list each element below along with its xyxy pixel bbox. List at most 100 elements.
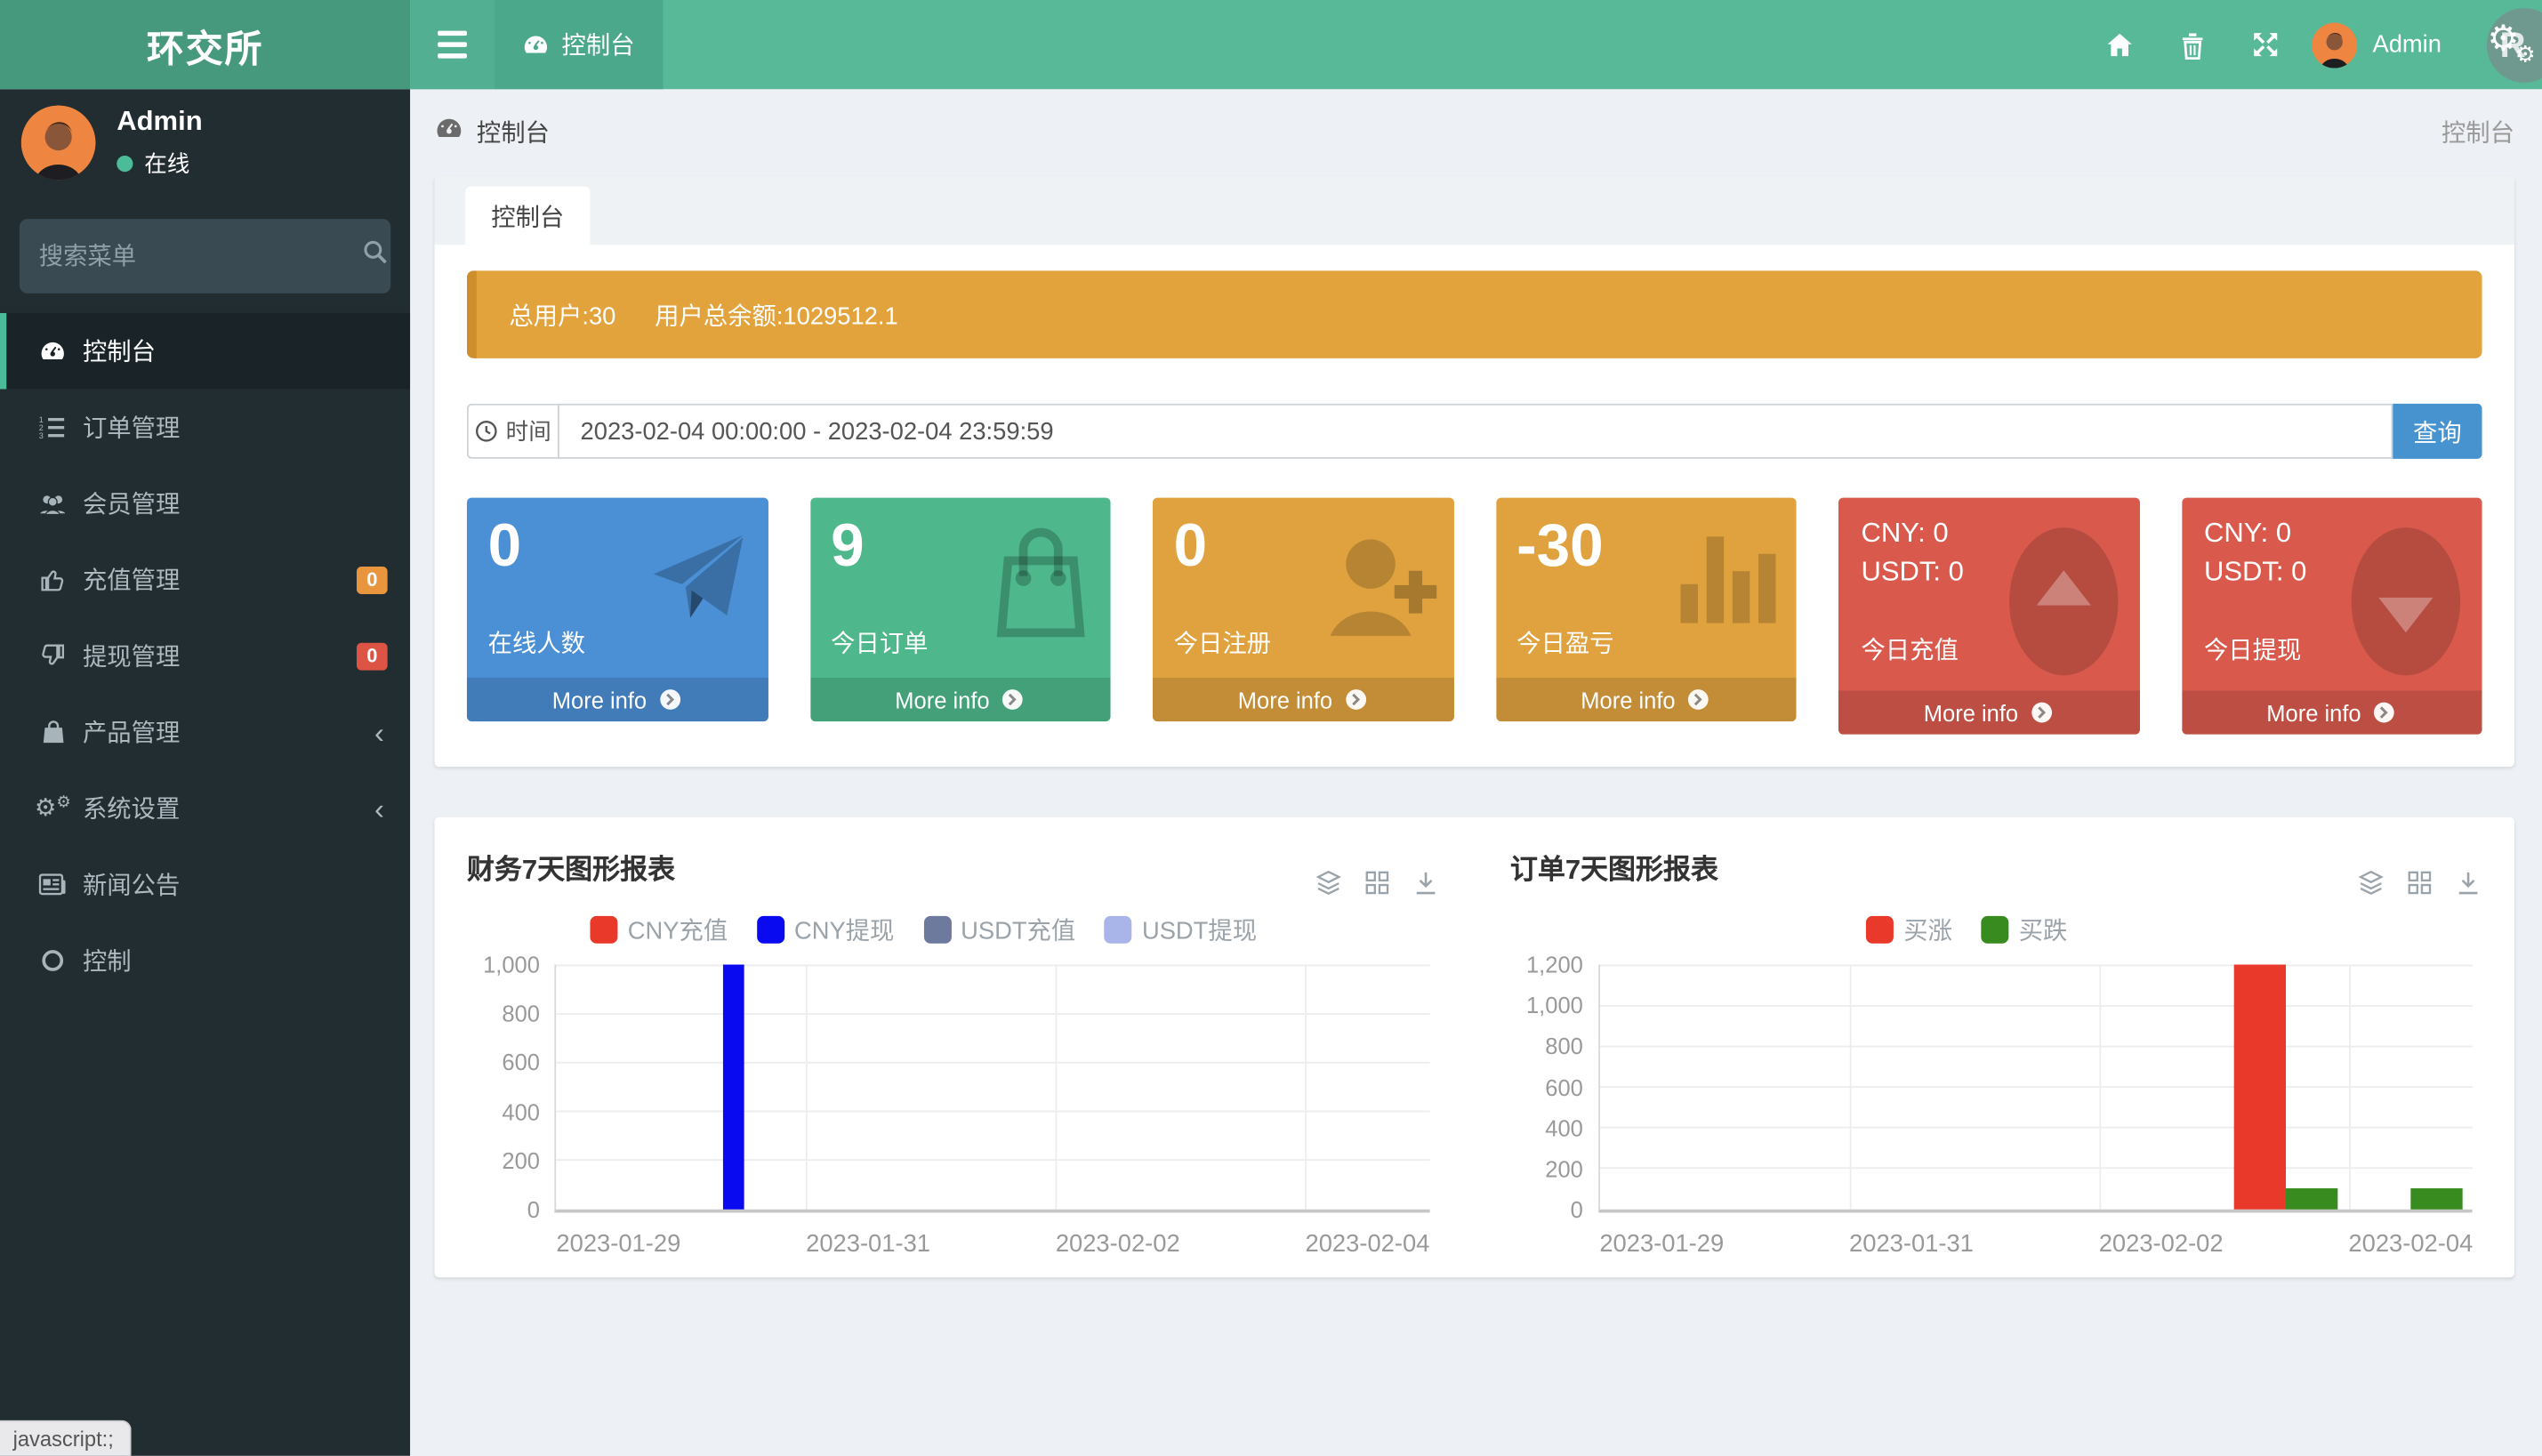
stat-box-today-pnl: -30 今日盈亏 More info (1495, 498, 1796, 722)
sidebar-item-label: 新闻公告 (83, 867, 180, 901)
user-name: Admin (2372, 31, 2441, 59)
sidebar-menu: 控制台 123 订单管理 会员管理 充值管理 0 (0, 313, 410, 999)
sidebar-item-label: 控制 (83, 944, 132, 977)
legend-item[interactable]: 买涨 (1866, 912, 1952, 945)
shopping-bag-icon (987, 524, 1094, 638)
settings-widget[interactable]: R ⚙ ⚙ (2458, 0, 2542, 89)
more-info-link[interactable]: More info (467, 678, 768, 721)
sidebar-item-console[interactable]: 控制台 (0, 313, 410, 390)
ylab: 800 (502, 1001, 540, 1026)
more-info-link[interactable]: More info (2181, 690, 2482, 734)
download-icon[interactable] (1412, 869, 1439, 897)
user-menu[interactable]: Admin (2303, 22, 2458, 68)
clock-icon (475, 420, 498, 443)
thumbs-down-icon (39, 642, 67, 670)
chart-plot: 1,2001,00080060040020002023-01-292023-01… (1597, 965, 2472, 1213)
hgrid (1599, 1127, 2473, 1129)
sidebar-item-recharge[interactable]: 充值管理 0 (0, 542, 410, 618)
date-range-input[interactable] (558, 404, 2393, 459)
more-info-link[interactable]: More info (809, 678, 1110, 721)
bar-chart-icon (1677, 524, 1781, 628)
status-bar: javascript:; (0, 1420, 132, 1456)
total-users: 总用户:30 (509, 297, 615, 331)
circle-arrow-right-icon (2372, 700, 2396, 724)
legend-swatch (1105, 915, 1132, 943)
fullscreen-button[interactable] (2230, 0, 2303, 89)
sidebar-item-news[interactable]: 新闻公告 (0, 846, 410, 922)
chart-title: 财务7天图形报表 (467, 846, 1439, 887)
legend-item[interactable]: USDT提现 (1105, 912, 1257, 945)
sidebar-item-settings[interactable]: ⚙⚙ 系统设置 ‹ (0, 770, 410, 847)
grid-view-icon[interactable] (2406, 869, 2433, 897)
grid-view-icon[interactable] (1363, 869, 1390, 897)
ylab: 400 (502, 1098, 540, 1124)
query-button[interactable]: 查询 (2393, 404, 2482, 459)
download-icon[interactable] (2455, 869, 2482, 897)
circle-arrow-right-icon (1686, 688, 1710, 712)
legend-label: 买涨 (1903, 912, 1952, 945)
total-balance: 用户总余额:1029512.1 (655, 297, 898, 331)
circle-arrow-up-icon (2003, 524, 2123, 680)
bar (2286, 1189, 2337, 1210)
stat-boxes: 0 在线人数 More info 9 今日订单 (467, 498, 2482, 735)
navbar-right: Admin R ⚙ ⚙ (2084, 0, 2542, 89)
sidebar-item-label: 提现管理 (83, 639, 180, 672)
stack-toggle-icon[interactable] (2357, 869, 2385, 897)
legend-label: CNY充值 (628, 912, 728, 945)
stat-box-today-orders: 9 今日订单 More info (809, 498, 1110, 722)
home-button[interactable] (2084, 0, 2157, 89)
hgrid (1599, 964, 2473, 966)
legend-swatch (757, 915, 784, 943)
trash-icon (2180, 29, 2208, 60)
legend-item[interactable]: CNY提现 (757, 912, 894, 945)
search-input[interactable] (39, 242, 362, 269)
vgrid (2098, 965, 2100, 1210)
circle-arrow-down-icon (2345, 524, 2466, 680)
tab-console[interactable]: 控制台 (465, 187, 590, 245)
circle-arrow-right-icon (2030, 700, 2054, 724)
ylab: 400 (1545, 1114, 1583, 1140)
legend-item[interactable]: CNY充值 (591, 912, 728, 945)
home-icon (2105, 29, 2136, 60)
hgrid (1599, 1045, 2473, 1047)
topbar: 环交所 控制台 (0, 0, 2542, 89)
more-info-link[interactable]: More info (1838, 690, 2139, 734)
more-info-link[interactable]: More info (1495, 678, 1796, 721)
more-info-link[interactable]: More info (1153, 678, 1453, 721)
sidebar-item-products[interactable]: 产品管理 ‹ (0, 694, 410, 770)
menu-search (20, 219, 390, 294)
ylab: 1,200 (1526, 952, 1583, 977)
avatar[interactable] (21, 105, 96, 180)
legend-item[interactable]: 买跌 (1982, 912, 2068, 945)
app-logo[interactable]: 环交所 (0, 0, 410, 89)
chart-plot: 1,00080060040020002023-01-292023-01-3120… (554, 965, 1428, 1213)
stack-toggle-icon[interactable] (1314, 869, 1341, 897)
ylab: 0 (1571, 1196, 1583, 1222)
sidebar: Admin 在线 控制台 123 (0, 89, 410, 1456)
legend-swatch (591, 915, 618, 943)
legend-label: USDT提现 (1142, 912, 1257, 945)
sidebar-item-orders[interactable]: 123 订单管理 (0, 389, 410, 465)
stat-box-online-users: 0 在线人数 More info (467, 498, 768, 722)
sidebar-toggle-button[interactable] (410, 0, 495, 89)
time-label: 时间 (467, 404, 558, 459)
charts-panel: 财务7天图形报表 CNY充值CNY提现USDT充值USDT提现 1,000800… (434, 817, 2514, 1278)
ylab: 0 (527, 1196, 540, 1222)
xlab: 2023-01-29 (1599, 1230, 1724, 1258)
xlab: 2023-02-02 (2099, 1230, 2224, 1258)
nav-tab-console[interactable]: 控制台 (495, 0, 664, 89)
admin-dashboard: 环交所 控制台 (0, 0, 2542, 1456)
sidebar-item-control[interactable]: 控制 (0, 922, 410, 999)
clear-cache-button[interactable] (2157, 0, 2230, 89)
circle-o-icon (39, 950, 67, 971)
legend-item[interactable]: USDT充值 (923, 912, 1075, 945)
hgrid (556, 964, 1429, 966)
search-icon[interactable] (361, 238, 389, 274)
chart-title: 订单7天图形报表 (1510, 846, 2482, 887)
ylab: 1,000 (1526, 993, 1583, 1018)
sidebar-item-label: 会员管理 (83, 487, 180, 520)
sidebar-item-withdraw[interactable]: 提现管理 0 (0, 617, 410, 694)
circle-arrow-right-icon (1344, 688, 1368, 712)
sidebar-item-members[interactable]: 会员管理 (0, 465, 410, 542)
sidebar-user-panel: Admin 在线 (0, 89, 410, 196)
